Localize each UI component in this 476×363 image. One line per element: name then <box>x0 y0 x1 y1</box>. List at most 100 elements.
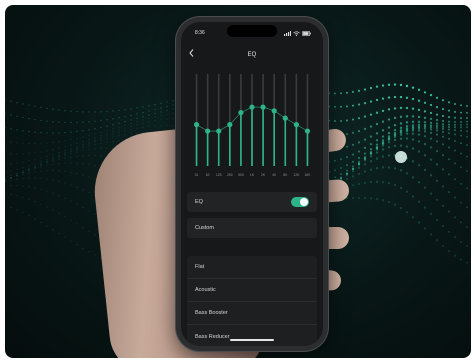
preset-item-bass-reducer[interactable]: Bass Reducer <box>187 325 317 346</box>
wave-dot <box>52 108 54 110</box>
wave-dot <box>112 128 114 130</box>
wave-dot <box>130 128 132 131</box>
wave-dot <box>16 175 18 177</box>
wave-dot <box>58 121 60 123</box>
wave-dot <box>10 170 12 172</box>
wave-dot <box>393 95 397 99</box>
wave-dot <box>5 181 6 183</box>
wave-dot <box>429 93 433 97</box>
wave-dot <box>435 140 439 143</box>
wave-dot <box>10 141 12 143</box>
wave-dot <box>82 247 84 250</box>
wave-dot <box>387 145 391 149</box>
wave-dot <box>447 146 451 149</box>
eq-band-knob <box>227 122 233 128</box>
wave-dot <box>148 114 150 116</box>
wave-dot <box>76 142 78 145</box>
wave-dot <box>94 148 96 150</box>
eq-band-label: 62 <box>206 173 210 177</box>
eq-band-slider[interactable]: 4K <box>271 74 277 177</box>
equalizer-panel[interactable]: 31 62 125 250 500 1K 2K 4K 8K 12K 16K <box>191 68 313 188</box>
wave-dot <box>16 172 18 174</box>
wave-dot <box>441 244 445 248</box>
wave-dot <box>345 177 349 180</box>
back-button[interactable] <box>189 49 194 59</box>
wave-dot <box>10 184 12 187</box>
equalizer-chart[interactable]: 31 62 125 250 500 1K 2K 4K 8K 12K 16K <box>191 68 313 188</box>
signal-icon <box>284 30 291 36</box>
wave-dot <box>94 136 96 139</box>
eq-band-knob <box>282 115 288 121</box>
wave-dot <box>130 122 132 125</box>
wave-dot <box>466 105 468 107</box>
wave-dot <box>94 127 96 130</box>
wave-dot <box>381 180 385 184</box>
wave-dot <box>172 112 174 114</box>
wave-dot <box>429 117 433 121</box>
eq-toggle-switch[interactable] <box>291 197 309 207</box>
eq-band-slider[interactable]: 250 <box>227 74 233 177</box>
eq-band-slider[interactable]: 8K <box>282 74 288 177</box>
wave-dot <box>88 154 90 157</box>
wave-dot <box>58 212 60 215</box>
wave-dot <box>172 104 174 106</box>
wave-dot <box>52 141 54 144</box>
wave-dot <box>351 175 355 178</box>
wave-dot <box>148 121 150 123</box>
preset-item-flat[interactable]: Flat <box>187 256 317 279</box>
home-indicator <box>230 338 274 341</box>
wave-dot <box>351 170 355 173</box>
wave-dot <box>369 152 373 156</box>
wave-dot <box>16 101 18 104</box>
wave-dot <box>435 129 439 132</box>
wave-dot <box>58 156 60 159</box>
wave-dot <box>70 152 72 155</box>
eq-band-slider[interactable]: 2K <box>260 74 266 177</box>
eq-band-knob <box>271 108 277 114</box>
eq-band-slider[interactable]: 500 <box>238 74 244 177</box>
wave-dot <box>82 121 84 123</box>
wifi-icon <box>293 30 300 36</box>
wave-dot <box>339 105 343 108</box>
eq-band-slider[interactable]: 12K <box>293 74 300 177</box>
wave-dot <box>52 169 54 172</box>
wave-dot <box>429 126 433 129</box>
eq-band-slider[interactable]: 125 <box>216 74 222 177</box>
wave-dot <box>76 186 78 188</box>
wave-dot <box>154 108 156 111</box>
wave-dot <box>136 113 138 115</box>
wave-dot <box>357 163 361 166</box>
preset-item-acoustic[interactable]: Acoustic <box>187 279 317 302</box>
wave-dot <box>447 123 451 126</box>
wave-dot <box>453 216 457 219</box>
eq-band-slider[interactable]: 31 <box>193 74 200 177</box>
eq-band-label: 1K <box>250 173 255 177</box>
wave-dot <box>351 168 355 171</box>
wave-dot <box>453 110 457 113</box>
wave-dot <box>411 132 415 135</box>
wave-dot <box>429 233 433 236</box>
eq-band-slider[interactable]: 16K <box>304 74 311 177</box>
wave-dot <box>369 86 373 90</box>
wave-dot <box>417 221 421 224</box>
wave-dot <box>381 155 385 158</box>
eq-toggle-row[interactable]: EQ <box>187 192 317 212</box>
wave-dot <box>64 182 66 184</box>
wave-dot <box>441 107 445 111</box>
preset-item-bass-booster[interactable]: Bass Booster <box>187 302 317 325</box>
wave-dot <box>399 186 403 190</box>
wave-dot <box>70 151 72 153</box>
wave-dot <box>172 100 174 102</box>
eq-band-label: 4K <box>272 173 277 177</box>
current-preset-row[interactable]: Custom <box>187 218 317 238</box>
wave-dot <box>435 150 439 153</box>
wave-dot <box>124 124 126 126</box>
wave-dot <box>70 144 72 146</box>
eq-band-knob <box>249 104 255 110</box>
wave-dot <box>466 120 468 123</box>
wave-dot <box>5 176 6 179</box>
eq-band-slider[interactable]: 1K <box>249 74 255 177</box>
wave-dot <box>441 154 445 157</box>
wave-dot <box>411 107 415 110</box>
eq-band-slider[interactable]: 62 <box>205 74 211 177</box>
